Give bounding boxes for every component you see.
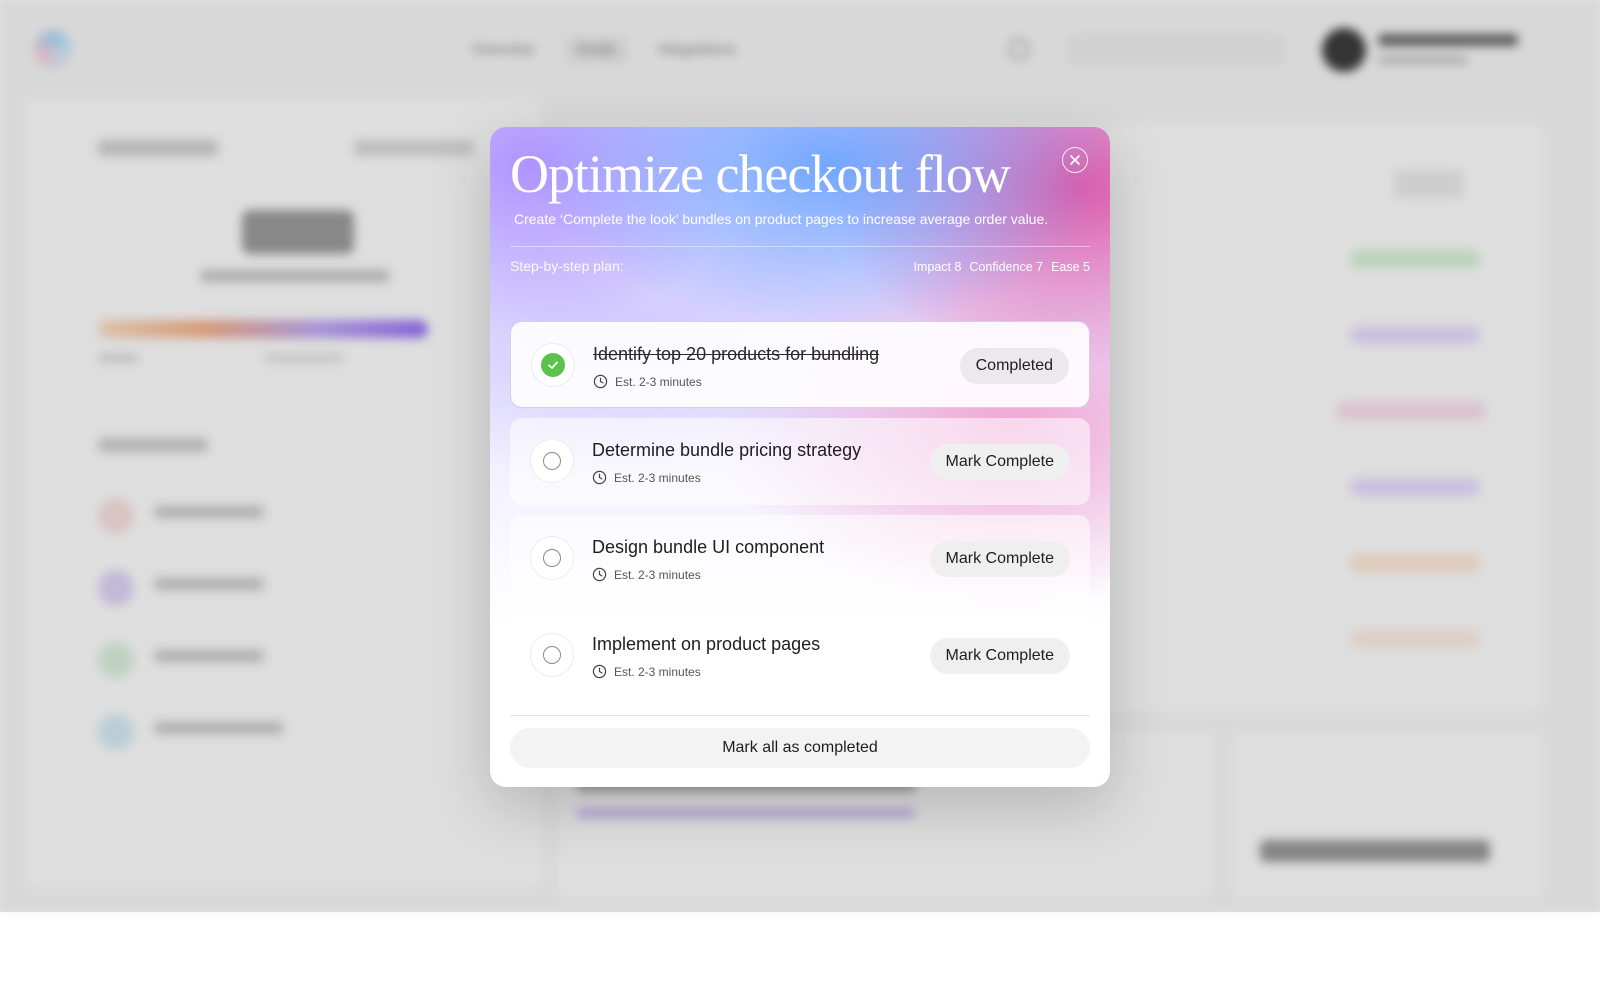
empty-circle-icon: [543, 549, 561, 567]
ease-score: Ease 5: [1051, 260, 1090, 274]
modal-content: Optimize checkout flow Create ‘Complete …: [490, 127, 1110, 787]
step-title: Implement on product pages: [592, 634, 821, 654]
header-divider: [510, 246, 1090, 247]
step-estimate: Est. 2-3 minutes: [592, 470, 701, 485]
step-estimate-text: Est. 2-3 minutes: [614, 664, 701, 679]
step-list: Identify top 20 products for bundling Es…: [510, 321, 1090, 709]
step-estimate: Est. 2-3 minutes: [592, 567, 701, 582]
modal-title: Optimize checkout flow: [510, 144, 1011, 204]
step-item: Identify top 20 products for bundling Es…: [510, 321, 1090, 408]
step-estimate-text: Est. 2-3 minutes: [614, 470, 701, 485]
step-toggle[interactable]: [531, 343, 575, 387]
step-title: Identify top 20 products for bundling: [593, 344, 880, 364]
close-button[interactable]: [1062, 147, 1088, 173]
step-toggle[interactable]: [530, 633, 574, 677]
mark-complete-button[interactable]: Mark Complete: [929, 541, 1070, 577]
empty-circle-icon: [543, 646, 561, 664]
step-item: Determine bundle pricing strategy Est. 2…: [510, 418, 1090, 505]
footer-divider: [510, 715, 1090, 716]
step-toggle[interactable]: [530, 439, 574, 483]
step-item: Implement on product pages Est. 2-3 minu…: [510, 612, 1090, 699]
step-toggle[interactable]: [530, 536, 574, 580]
step-estimate-text: Est. 2-3 minutes: [614, 567, 701, 582]
mark-complete-button[interactable]: Mark Complete: [929, 638, 1070, 674]
clock-icon: [592, 567, 607, 582]
plan-label: Step-by-step plan:: [510, 258, 624, 274]
step-title: Determine bundle pricing strategy: [592, 440, 862, 460]
modal-subtitle: Create ‘Complete the look’ bundles on pr…: [514, 211, 1049, 227]
confidence-score: Confidence 7: [969, 260, 1044, 274]
step-estimate: Est. 2-3 minutes: [592, 664, 701, 679]
goal-detail-modal: Optimize checkout flow Create ‘Complete …: [490, 127, 1110, 787]
clock-icon: [593, 374, 608, 389]
step-title: Design bundle UI component: [592, 537, 825, 557]
clock-icon: [592, 664, 607, 679]
empty-circle-icon: [543, 452, 561, 470]
step-item: Design bundle UI component Est. 2-3 minu…: [510, 515, 1090, 602]
impact-score: Impact 8: [913, 260, 962, 274]
mark-complete-button[interactable]: Mark Complete: [929, 444, 1070, 480]
score-metrics: Impact 8 Confidence 7 Ease 5: [913, 260, 1090, 274]
check-icon: [541, 353, 565, 377]
step-estimate: Est. 2-3 minutes: [593, 374, 702, 389]
mark-all-completed-button[interactable]: Mark all as completed: [510, 728, 1090, 768]
clock-icon: [592, 470, 607, 485]
close-icon: [1070, 155, 1080, 165]
step-estimate-text: Est. 2-3 minutes: [615, 374, 702, 389]
step-completed-button[interactable]: Completed: [959, 348, 1069, 384]
